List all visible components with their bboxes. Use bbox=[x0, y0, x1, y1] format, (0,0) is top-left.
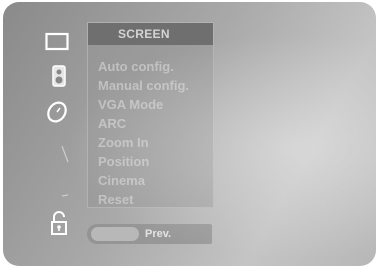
osd-menu-window: SCREEN Auto config. Manual config. VGA M… bbox=[3, 2, 376, 266]
special-icon[interactable] bbox=[53, 142, 77, 166]
menu-button-indicator bbox=[91, 227, 139, 241]
option-icon[interactable] bbox=[53, 182, 77, 206]
menu-item-zoom-in[interactable]: Zoom In bbox=[98, 133, 189, 152]
menu-item-cinema[interactable]: Cinema bbox=[98, 171, 189, 190]
screen-submenu-panel: SCREEN Auto config. Manual config. VGA M… bbox=[87, 22, 214, 208]
menu-item-auto-config[interactable]: Auto config. bbox=[98, 57, 189, 76]
menu-title: SCREEN bbox=[88, 23, 213, 45]
prev-navigation-bar[interactable]: Prev. bbox=[87, 224, 212, 244]
menu-item-vga-mode[interactable]: VGA Mode bbox=[98, 95, 189, 114]
menu-item-position[interactable]: Position bbox=[98, 152, 189, 171]
menu-item-arc[interactable]: ARC bbox=[98, 114, 189, 133]
menu-item-manual-config[interactable]: Manual config. bbox=[98, 76, 189, 95]
prev-label: Prev. bbox=[145, 228, 172, 240]
menu-item-reset[interactable]: Reset bbox=[98, 190, 189, 209]
lock-icon[interactable] bbox=[47, 211, 71, 236]
menu-item-list: Auto config. Manual config. VGA Mode ARC… bbox=[98, 57, 189, 209]
menu-category-rail bbox=[3, 2, 87, 266]
screen-menu-icon[interactable] bbox=[45, 30, 69, 54]
audio-speaker-icon[interactable] bbox=[47, 64, 71, 88]
time-clock-icon[interactable] bbox=[45, 100, 69, 124]
